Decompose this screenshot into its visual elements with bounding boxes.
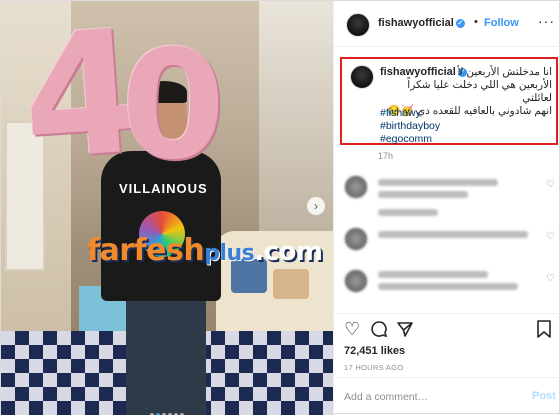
- avatar[interactable]: [346, 13, 370, 37]
- username-text[interactable]: fishawyofficial: [378, 17, 454, 29]
- watermark-plus: plus: [204, 241, 255, 266]
- caption-line: الأربعين هي اللي دخلت عليا شكراً لعائلتي: [407, 79, 552, 104]
- watermark-brand: farfesh: [87, 233, 205, 268]
- watermark-logo: farfeshplus.com: [87, 233, 323, 268]
- more-options-icon[interactable]: ···: [538, 13, 555, 29]
- post-button[interactable]: Post: [532, 390, 556, 402]
- caption-line: انا مدخلتش الأربعين لأ: [457, 66, 552, 78]
- bookmark-icon[interactable]: [536, 320, 552, 341]
- verified-badge-icon: ✓: [455, 18, 465, 28]
- hashtag-link[interactable]: #fishawy: [380, 107, 440, 120]
- avatar[interactable]: [350, 65, 374, 89]
- watermark-tld: .com: [254, 237, 323, 267]
- avatar[interactable]: [344, 175, 368, 199]
- post-photo[interactable]: VILLAINOUS 4 0 farfeshplus.com ›: [1, 1, 333, 415]
- heart-icon[interactable]: ♡: [546, 231, 555, 242]
- blurred-comment-text: [378, 179, 498, 186]
- comment-row: ♡: [334, 223, 560, 263]
- hashtag-link[interactable]: #egocomm: [380, 133, 440, 146]
- comment-row: ♡: [334, 265, 560, 305]
- caption-age: 17h: [378, 151, 394, 161]
- photo-cushion: [273, 269, 309, 299]
- like-count[interactable]: 72,451 likes: [344, 345, 405, 357]
- balloon-digit-zero: 0: [121, 19, 226, 193]
- chevron-right-icon[interactable]: ›: [307, 197, 325, 215]
- follow-button[interactable]: Follow: [484, 17, 519, 29]
- comment-icon[interactable]: [370, 320, 388, 341]
- share-icon[interactable]: [396, 320, 414, 341]
- add-comment-bar: Post: [334, 377, 560, 415]
- action-bar: ♡: [334, 313, 560, 345]
- caption-highlight: fishawyofficial ✓ انا مدخلتش الأربعين لأ …: [340, 57, 558, 145]
- photo-window: [259, 1, 333, 231]
- comment-input[interactable]: [344, 389, 514, 405]
- hashtag-list: #fishawy #birthdayboy #egocomm: [380, 107, 440, 146]
- hashtag-link[interactable]: #birthdayboy: [380, 120, 440, 133]
- heart-icon[interactable]: ♡: [344, 320, 360, 338]
- blurred-comment-text: [378, 209, 438, 216]
- heart-icon[interactable]: ♡: [546, 179, 555, 190]
- blurred-comment-text: [378, 271, 488, 278]
- instagram-post: VILLAINOUS 4 0 farfeshplus.com › fishawy…: [0, 0, 560, 415]
- separator-dot: •: [474, 16, 478, 28]
- carousel-dots: [1, 404, 333, 415]
- blurred-comment-text: [378, 231, 528, 238]
- avatar[interactable]: [344, 269, 368, 293]
- blurred-comment-text: [378, 283, 518, 290]
- header-username[interactable]: fishawyofficial ✓: [378, 17, 465, 29]
- post-timestamp: 17 HOURS AGO: [344, 363, 404, 372]
- photo-person-legs: [126, 301, 206, 415]
- blurred-comment-text: [378, 191, 468, 198]
- post-side-panel: fishawyofficial ✓ • Follow ··· fishawyoff…: [333, 1, 560, 415]
- heart-icon[interactable]: ♡: [546, 273, 555, 284]
- post-header: fishawyofficial ✓ • Follow ···: [334, 1, 560, 47]
- avatar[interactable]: [344, 227, 368, 251]
